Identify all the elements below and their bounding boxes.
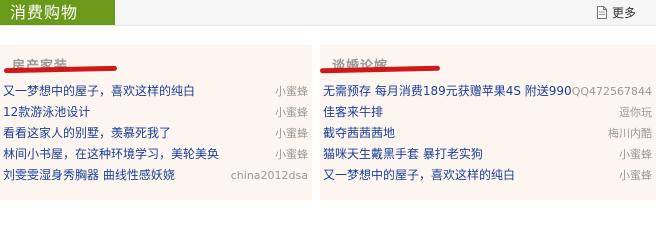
post-author[interactable]: 梅川内酷 [608,123,652,144]
section-real-estate: 房产家装 又一梦想中的屋子，喜欢这样的纯白 小蜜蜂 12款游泳池设计 小蜜蜂 看… [0,45,312,200]
section-title-block: 房产家装 [0,45,312,81]
list-item: 12款游泳池设计 小蜜蜂 [0,102,312,123]
list-item: 佳客来牛排 逗你玩 [320,102,656,123]
post-author[interactable]: 小蜜蜂 [275,102,308,123]
section-marriage: 谈婚论嫁 无需预存 每月消费189元获赠苹果4S 附送990 QQ4725678… [319,45,656,200]
post-link[interactable]: 刘雯雯湿身秀胸器 曲线性感妖娆 [3,165,175,186]
post-link[interactable]: 12款游泳池设计 [3,102,90,123]
post-author[interactable]: china2012dsa [231,165,308,186]
list-item: 又一梦想中的屋子，喜欢这样的纯白 小蜜蜂 [320,165,656,186]
post-link[interactable]: 又一梦想中的屋子，喜欢这样的纯白 [323,165,515,186]
list-item: 又一梦想中的屋子，喜欢这样的纯白 小蜜蜂 [0,81,312,102]
post-link[interactable]: 又一梦想中的屋子，喜欢这样的纯白 [3,81,195,102]
post-link[interactable]: 截夺茜茜茜地 [323,123,395,144]
post-author[interactable]: QQ472567844 [572,81,652,102]
post-link[interactable]: 无需预存 每月消费189元获赠苹果4S 附送990 [323,81,572,102]
post-link[interactable]: 林间小书屋，在这种环境学习，美轮美奂 [3,144,219,165]
list-item: 看看这家人的别墅，羡慕死我了 小蜜蜂 [0,123,312,144]
post-link[interactable]: 猫咪天生戴黑手套 暴打老实狗 [323,144,483,165]
module-header: 消费购物 更多 [0,0,656,26]
list-item: 无需预存 每月消费189元获赠苹果4S 附送990 QQ472567844 [320,81,656,102]
post-author[interactable]: 逗你玩 [619,102,652,123]
section-title-block: 谈婚论嫁 [319,45,656,81]
list-item: 林间小书屋，在这种环境学习，美轮美奂 小蜜蜂 [0,144,312,165]
module-title: 消费购物 [0,0,115,25]
more-link[interactable]: 更多 [596,4,636,21]
post-author[interactable]: 小蜜蜂 [619,144,652,165]
list-item: 猫咪天生戴黑手套 暴打老实狗 小蜜蜂 [320,144,656,165]
list-item: 刘雯雯湿身秀胸器 曲线性感妖娆 china2012dsa [0,165,312,186]
consumer-shopping-module: 消费购物 更多 房产家装 又一梦想中的屋子，喜欢这样的纯白 小蜜蜂 12款游泳池… [0,0,656,242]
post-author[interactable]: 小蜜蜂 [619,165,652,186]
post-list: 又一梦想中的屋子，喜欢这样的纯白 小蜜蜂 12款游泳池设计 小蜜蜂 看看这家人的… [0,81,312,186]
post-link[interactable]: 佳客来牛排 [323,102,383,123]
list-item: 截夺茜茜茜地 梅川内酷 [320,123,656,144]
post-author[interactable]: 小蜜蜂 [275,81,308,102]
post-author[interactable]: 小蜜蜂 [275,144,308,165]
post-list: 无需预存 每月消费189元获赠苹果4S 附送990 QQ472567844 佳客… [320,81,656,186]
post-author[interactable]: 小蜜蜂 [275,123,308,144]
more-label: 更多 [611,6,636,20]
post-link[interactable]: 看看这家人的别墅，羡慕死我了 [3,123,171,144]
document-icon [596,6,607,19]
